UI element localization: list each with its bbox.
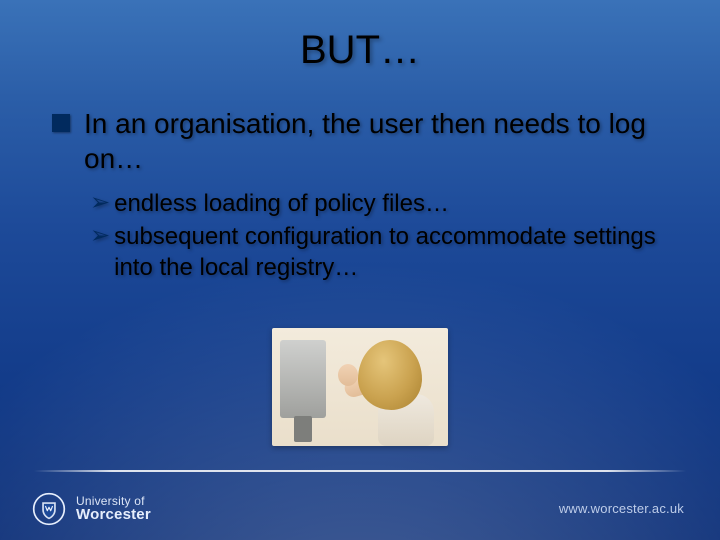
- sub-bullet-list: ➢ endless loading of policy files… ➢ sub…: [90, 188, 672, 284]
- shield-icon: [32, 492, 66, 526]
- footer-divider: [34, 470, 686, 472]
- footer: University of Worcester www.worcester.ac…: [0, 470, 720, 540]
- bullet-level2-text: endless loading of policy files…: [114, 188, 449, 219]
- slide-title: BUT…: [0, 28, 720, 73]
- bullet-level1: In an organisation, the user then needs …: [52, 106, 672, 176]
- logo-text: University of Worcester: [76, 495, 151, 523]
- square-bullet-icon: [52, 114, 70, 132]
- monitor-icon: [280, 340, 326, 418]
- logo-line2: Worcester: [76, 507, 151, 523]
- arrow-bullet-icon: ➢: [90, 188, 110, 218]
- slide: BUT… In an organisation, the user then n…: [0, 0, 720, 540]
- arrow-bullet-icon: ➢: [90, 221, 110, 251]
- logo-line1: University of: [76, 495, 151, 508]
- bullet-level2-text: subsequent configuration to accommodate …: [114, 221, 672, 283]
- bullet-level2: ➢ endless loading of policy files…: [90, 188, 672, 219]
- slide-content: In an organisation, the user then needs …: [52, 106, 672, 286]
- footer-url: www.worcester.ac.uk: [559, 501, 684, 516]
- bullet-level2: ➢ subsequent configuration to accommodat…: [90, 221, 672, 283]
- frustrated-user-image: [272, 328, 448, 446]
- bullet-level1-text: In an organisation, the user then needs …: [84, 106, 672, 176]
- university-logo: University of Worcester: [32, 492, 151, 526]
